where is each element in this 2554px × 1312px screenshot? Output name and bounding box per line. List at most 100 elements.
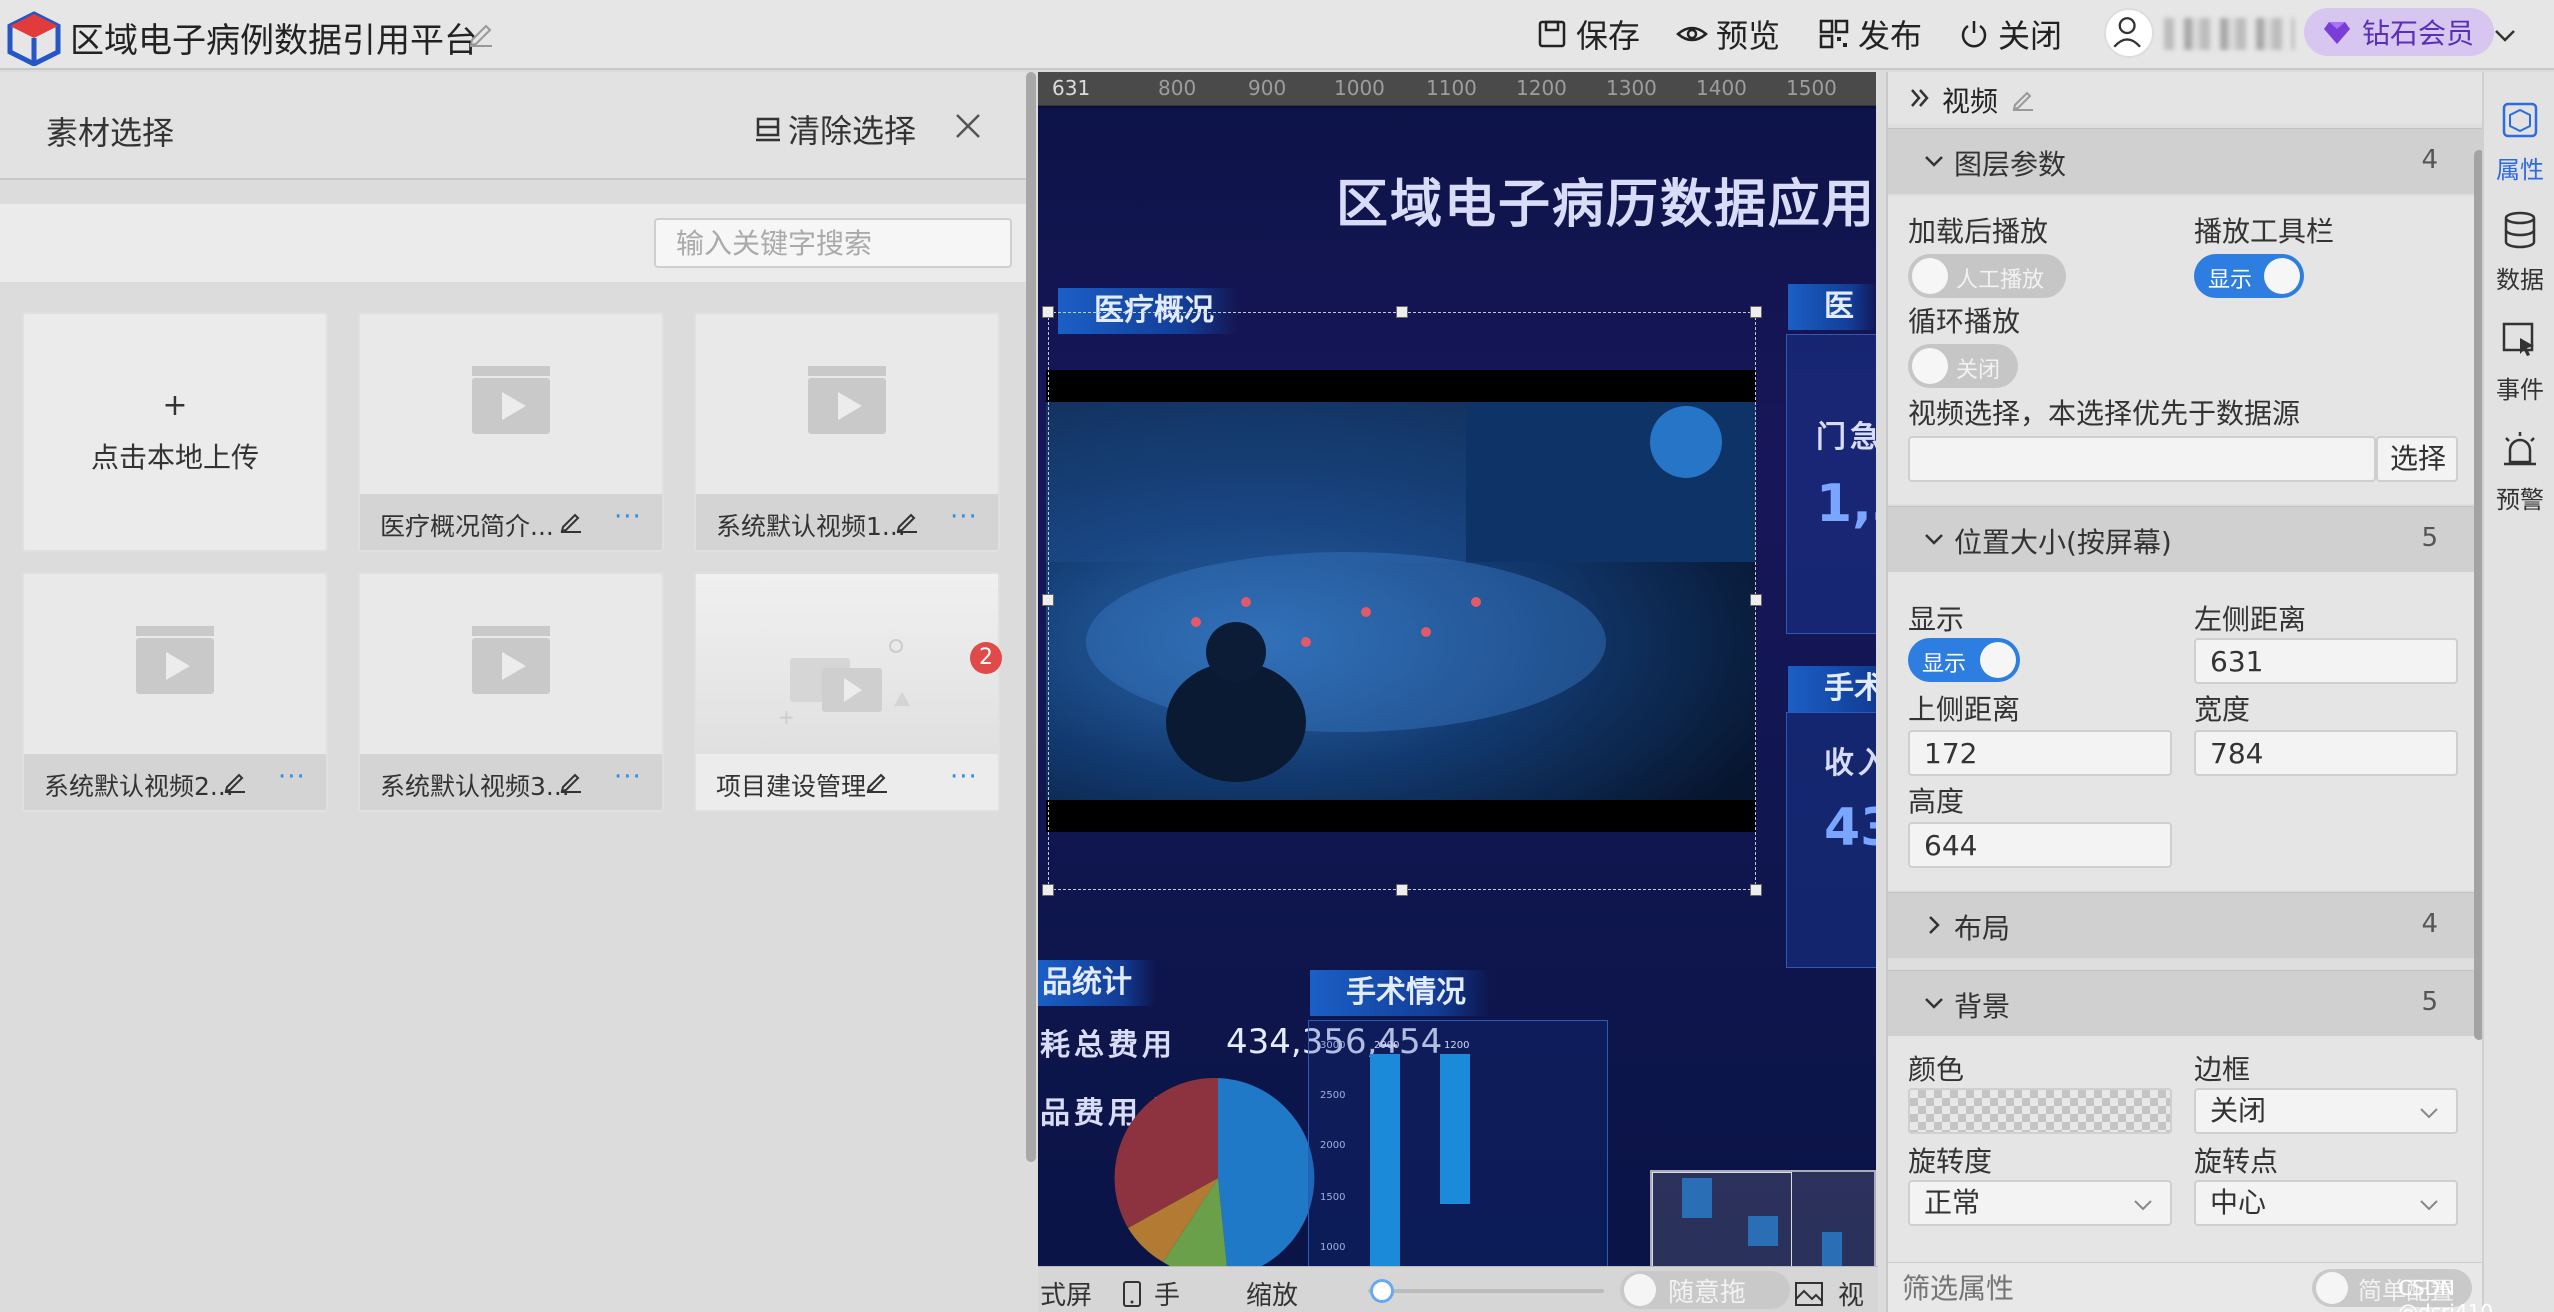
zoom-slider-knob[interactable] (1370, 1279, 1394, 1303)
height-input[interactable] (1908, 822, 2172, 868)
color-label: 颜色 (1908, 1053, 1965, 1086)
edit-icon[interactable] (894, 508, 920, 534)
chevron-down-icon (1925, 156, 1943, 167)
top-input[interactable] (1908, 730, 2172, 776)
phone-icon (1123, 1280, 1141, 1307)
chevron-down-icon[interactable] (2490, 20, 2520, 50)
user-icon (2113, 17, 2141, 48)
ruler-tick: 1000 (1334, 76, 1385, 100)
close-app-button[interactable]: 关闭 (1958, 12, 2062, 56)
filter-input[interactable] (1902, 1269, 2282, 1307)
resize-handle-br[interactable] (1750, 884, 1762, 896)
resize-handle-bl[interactable] (1042, 884, 1054, 896)
sidebar-item-alerts[interactable]: 预警 (2484, 416, 2554, 526)
fullscreen-button[interactable]: 式屏 (1040, 1275, 1092, 1312)
resize-handle-b[interactable] (1396, 884, 1408, 896)
resize-handle-tr[interactable] (1750, 306, 1762, 318)
section-position-size[interactable]: 位置大小(按屏幕) 5 (1888, 506, 2482, 572)
vip-badge[interactable]: 钻石会员 (2304, 8, 2495, 56)
layer-params-body: 加载后播放 人工播放 播放工具栏 显示 循环播放 关闭 视频选择，本选择优先于数… (1888, 196, 2482, 504)
more-icon[interactable]: ··· (614, 762, 642, 792)
sidebar-item-events[interactable]: 事件 (2484, 306, 2554, 416)
user-name-blurred (2164, 18, 2294, 50)
section-label-right2: 手术 (1788, 666, 1876, 712)
left-input[interactable] (2194, 638, 2458, 684)
material-card-folder[interactable]: + 项目建设管理 ··· (694, 572, 1000, 812)
resize-handle-tl[interactable] (1042, 306, 1054, 318)
save-button[interactable]: 保存 (1536, 12, 1640, 56)
view-label: 视 (1838, 1281, 1865, 1311)
pivot-label: 旋转点 (2194, 1145, 2279, 1178)
select-button[interactable]: 选择 (2376, 436, 2458, 482)
resize-handle-l[interactable] (1042, 594, 1054, 606)
toggle-knob (1912, 258, 1948, 294)
app-root: 区域电子病例数据引用平台 保存 预览 发布 关闭 钻石会员 素材选择 清除选择 … (0, 0, 2554, 1312)
show-toggle[interactable]: 显示 (1908, 638, 2020, 682)
publish-button[interactable]: 发布 (1818, 12, 1922, 56)
pivot-select[interactable]: 中心 (2194, 1180, 2458, 1226)
edit-icon[interactable] (222, 768, 248, 794)
selection-frame[interactable] (1048, 312, 1756, 890)
section-layout[interactable]: 布局 4 (1888, 892, 2482, 958)
material-scrollbar[interactable] (1026, 72, 1036, 1162)
sidebar-item-data[interactable]: 数据 (2484, 196, 2554, 306)
upload-card[interactable]: + 点击本地上传 (22, 312, 328, 552)
width-input[interactable] (2194, 730, 2458, 776)
search-input[interactable] (654, 218, 1012, 268)
loop-value: 关闭 (1956, 358, 2001, 383)
border-select[interactable]: 关闭 (2194, 1088, 2458, 1134)
more-icon[interactable]: ··· (950, 762, 978, 792)
edit-icon[interactable] (2010, 86, 2036, 112)
preview-button[interactable]: 预览 (1676, 12, 1780, 56)
horizontal-ruler: 631 800 900 1000 1100 1200 1300 1400 150… (1038, 72, 1876, 106)
ruler-tick: 1200 (1516, 76, 1567, 100)
double-chevron-right-icon[interactable] (1908, 86, 1932, 110)
sidebar-item-properties[interactable]: 属性 (2484, 86, 2554, 196)
bar-label: 2900 (1374, 1040, 1399, 1051)
color-picker[interactable] (1908, 1088, 2172, 1134)
material-card[interactable]: 系统默认视频3... ··· (358, 572, 664, 812)
section-layer-params[interactable]: 图层参数 4 (1888, 128, 2482, 194)
section-count: 5 (2421, 987, 2438, 1017)
card-name: 系统默认视频1... (716, 512, 906, 541)
section-title: 图层参数 (1954, 148, 2067, 181)
zoom-slider-track[interactable] (1368, 1289, 1604, 1293)
rotation-select[interactable]: 正常 (1908, 1180, 2172, 1226)
edit-icon[interactable] (558, 508, 584, 534)
more-icon[interactable]: ··· (614, 502, 642, 532)
y-tick: 2000 (1320, 1140, 1345, 1151)
loop-toggle[interactable]: 关闭 (1908, 344, 2018, 388)
minimap[interactable] (1650, 1170, 1876, 1266)
resize-handle-t[interactable] (1396, 306, 1408, 318)
design-canvas[interactable]: 631 800 900 1000 1100 1200 1300 1400 150… (1038, 72, 1876, 1266)
autoplay-label: 加载后播放 (1908, 215, 2049, 248)
material-card[interactable]: 医疗概况简介... ··· (358, 312, 664, 552)
video-icon (808, 366, 886, 434)
hand-tool-button[interactable]: 手 (1120, 1275, 1180, 1312)
more-icon[interactable]: ··· (950, 502, 978, 532)
autoplay-toggle[interactable]: 人工播放 (1908, 254, 2066, 298)
toolbar-toggle[interactable]: 显示 (2194, 254, 2304, 298)
ruler-tick: 900 (1248, 76, 1287, 100)
video-select-input[interactable] (1908, 436, 2376, 482)
edit-icon[interactable] (558, 768, 584, 794)
avatar[interactable] (2104, 8, 2154, 58)
clear-selection-button[interactable]: 清除选择 (752, 106, 916, 152)
edit-title-icon[interactable] (466, 18, 496, 48)
close-icon[interactable] (952, 110, 984, 142)
zoom-label: 缩放 (1246, 1281, 1299, 1311)
material-card[interactable]: 系统默认视频1... ··· (694, 312, 1000, 552)
more-icon[interactable]: ··· (278, 762, 306, 792)
y-tick: 3000 (1320, 1040, 1345, 1051)
toggle-knob (1980, 642, 2016, 678)
app-title: 区域电子病例数据引用平台 (70, 21, 478, 61)
ruler-tick: 1300 (1606, 76, 1657, 100)
cursor-icon (2502, 322, 2534, 356)
view-button[interactable]: 视 (1794, 1275, 1864, 1312)
free-drag-toggle[interactable]: 随意拖 (1620, 1271, 1790, 1309)
minimap-viewport[interactable] (1652, 1172, 1792, 1266)
resize-handle-r[interactable] (1750, 594, 1762, 606)
section-background[interactable]: 背景 5 (1888, 970, 2482, 1036)
edit-icon[interactable] (864, 768, 890, 794)
material-card[interactable]: 系统默认视频2... ··· (22, 572, 328, 812)
